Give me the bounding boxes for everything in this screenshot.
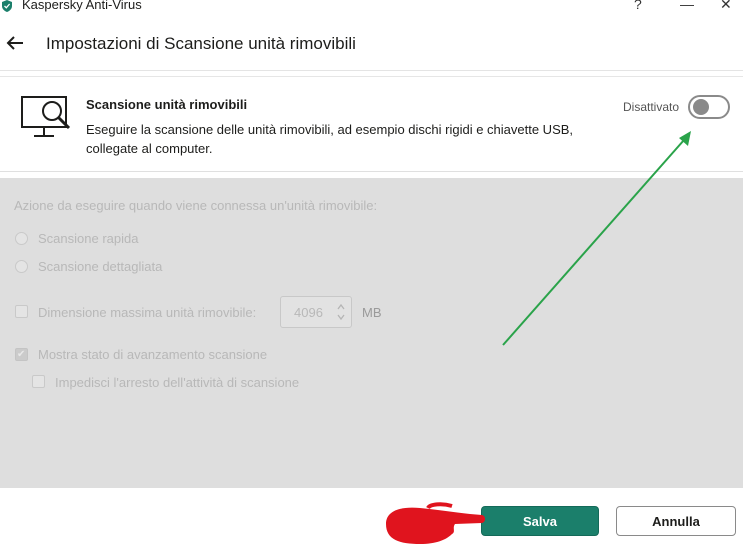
red-hand-pointer-icon <box>386 502 485 544</box>
green-arrow-annotation <box>502 131 691 346</box>
annotation-overlay <box>386 131 691 544</box>
